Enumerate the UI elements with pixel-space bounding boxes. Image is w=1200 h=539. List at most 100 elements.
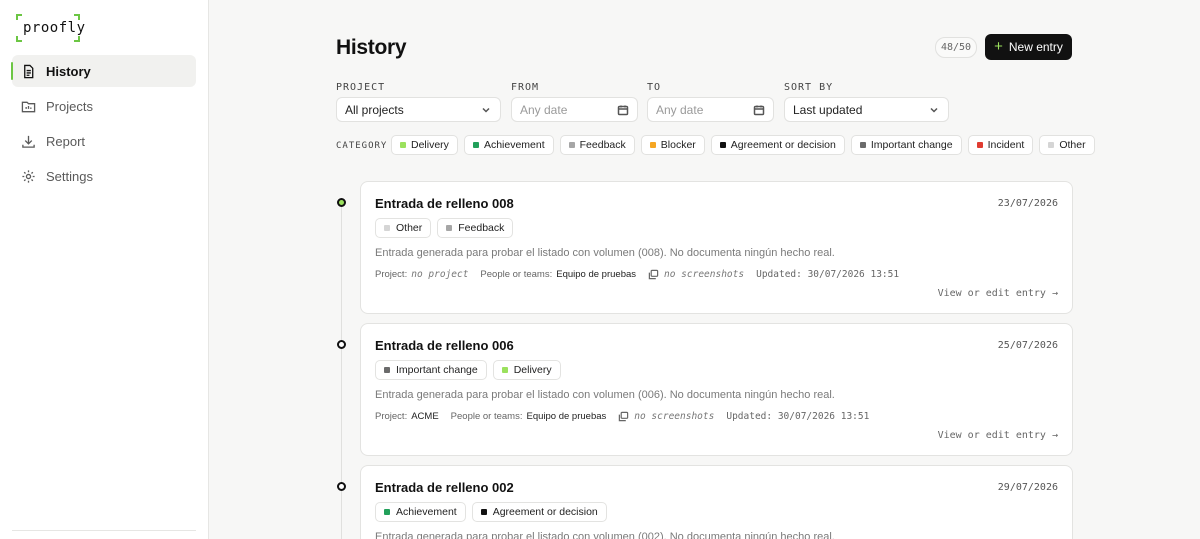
category-chips: Delivery Achievement Feedback Blocker Agreem… [391,135,1095,155]
entry-tag: Delivery [492,360,561,380]
updated-timestamp: Updated: 30/07/2026 13:51 [756,269,900,280]
category-chip-label: Other [1059,139,1086,151]
entry-count-badge: 48/50 [935,37,977,58]
view-edit-entry-link[interactable]: View or edit entry → [938,288,1058,299]
sort-select[interactable]: Last updated [784,97,949,122]
tag-label: Feedback [458,222,505,234]
folder-icon [21,101,36,112]
category-chip-blocker[interactable]: Blocker [640,135,705,155]
sidebar-item-label: Projects [46,98,93,114]
sidebar-item-settings[interactable]: Settings [12,160,196,192]
entry-title: Entrada de relleno 008 [375,196,514,211]
timeline-dot [337,198,346,207]
entry-tags: Important change Delivery [375,360,561,380]
app-logo[interactable]: proofly [16,14,85,42]
tag-color-dot [501,367,508,373]
category-color-dot [649,142,656,148]
tag-color-dot [384,367,390,373]
sort-filter-label: SORT BY [784,82,834,93]
category-chip-feedback[interactable]: Feedback [559,135,635,155]
logo-corner [74,36,80,42]
images-icon [648,269,659,280]
category-chip-delivery[interactable]: Delivery [391,135,458,155]
category-color-dot [719,142,726,148]
sidebar-item-history[interactable]: History [11,55,196,87]
category-color-dot [1048,142,1055,148]
tag-label: Achievement [396,506,457,518]
category-color-dot [472,142,479,148]
entry-description: Entrada generada para probar el listado … [375,247,835,259]
screenshots-status: no screenshots [634,411,715,422]
sidebar-nav: History Projects Report Settings [11,55,196,195]
from-date-input[interactable]: Any date [511,97,638,122]
entry-tag: Feedback [437,218,514,238]
project-value: ACME [411,411,439,422]
category-chip-agreement-or-decision[interactable]: Agreement or decision [710,135,845,155]
category-chip-label: Incident [987,139,1025,151]
category-chip-important-change[interactable]: Important change [850,135,962,155]
sort-select-value: Last updated [793,102,863,117]
tag-color-dot [384,509,390,515]
project-select-value: All projects [345,102,404,117]
project-label: Project: [375,269,408,280]
entry-card[interactable]: Entrada de relleno 002 29/07/2026 Achievem… [360,465,1073,539]
entry-date: 23/07/2026 [997,198,1058,209]
sidebar-item-projects[interactable]: Projects [12,90,196,122]
category-chip-label: Blocker [660,139,696,151]
entry-tags: Other Feedback [375,218,514,238]
images-icon [619,411,629,422]
to-date-input[interactable]: Any date [647,97,774,122]
sidebar-item-label: History [46,63,91,79]
sidebar-item-label: Report [46,133,86,149]
tag-color-dot [446,225,453,231]
tag-label: Important change [396,364,478,376]
entry-description: Entrada generada para probar el listado … [375,531,835,539]
category-chip-achievement[interactable]: Achievement [463,135,554,155]
entry-title: Entrada de relleno 006 [375,338,514,353]
category-filter-label: CATEGORY [336,141,388,151]
entry-tag: Important change [375,360,487,380]
entry-description: Entrada generada para probar el listado … [375,389,835,401]
entry-title: Entrada de relleno 002 [375,480,514,495]
project-filter-label: PROJECT [336,82,386,93]
tag-label: Agreement or decision [492,506,598,518]
people-value: Equipo de pruebas [526,411,607,422]
page-title: History [336,36,407,59]
timeline-dot [337,340,346,349]
sidebar-item-report[interactable]: Report [12,125,196,157]
new-entry-button[interactable]: + New entry [985,34,1072,60]
app-name: proofly [23,20,86,36]
logo-corner [16,14,22,20]
people-label: People or teams: [450,411,523,422]
entry-tags: Achievement Agreement or decision [375,502,607,522]
entry-card[interactable]: Entrada de relleno 006 25/07/2026 Importan… [360,323,1073,456]
updated-timestamp: Updated: 30/07/2026 13:51 [726,411,870,422]
plus-icon: + [994,38,1003,55]
sidebar-divider [12,530,196,531]
logo-corner [16,36,22,42]
view-edit-entry-link[interactable]: View or edit entry → [938,430,1058,441]
category-color-dot [976,142,983,148]
entry-date: 25/07/2026 [997,340,1058,351]
category-chip-label: Important change [870,139,953,151]
category-chip-other[interactable]: Other [1039,135,1095,155]
entry-card[interactable]: Entrada de relleno 008 23/07/2026 Other Fee… [360,181,1073,314]
project-select[interactable]: All projects [336,97,501,122]
entry-meta: Project: ACME People or teams: Equipo de pr… [375,411,869,422]
timeline-dot [337,482,346,491]
from-filter-label: FROM [511,82,540,93]
document-icon [24,64,34,78]
to-date-placeholder: Any date [656,102,704,117]
sidebar: proofly History Projects Report Settings [0,0,209,539]
category-chip-incident[interactable]: Incident [967,135,1034,155]
tag-color-dot [384,225,390,231]
chevron-down-icon [482,107,490,113]
calendar-icon [617,105,629,115]
chevron-down-icon [930,107,938,113]
people-value: Equipo de pruebas [556,269,637,280]
gear-icon [22,169,35,183]
people-label: People or teams: [480,269,553,280]
category-chip-label: Feedback [579,139,626,151]
calendar-icon [753,105,765,115]
screenshots-status: no screenshots [664,269,745,280]
